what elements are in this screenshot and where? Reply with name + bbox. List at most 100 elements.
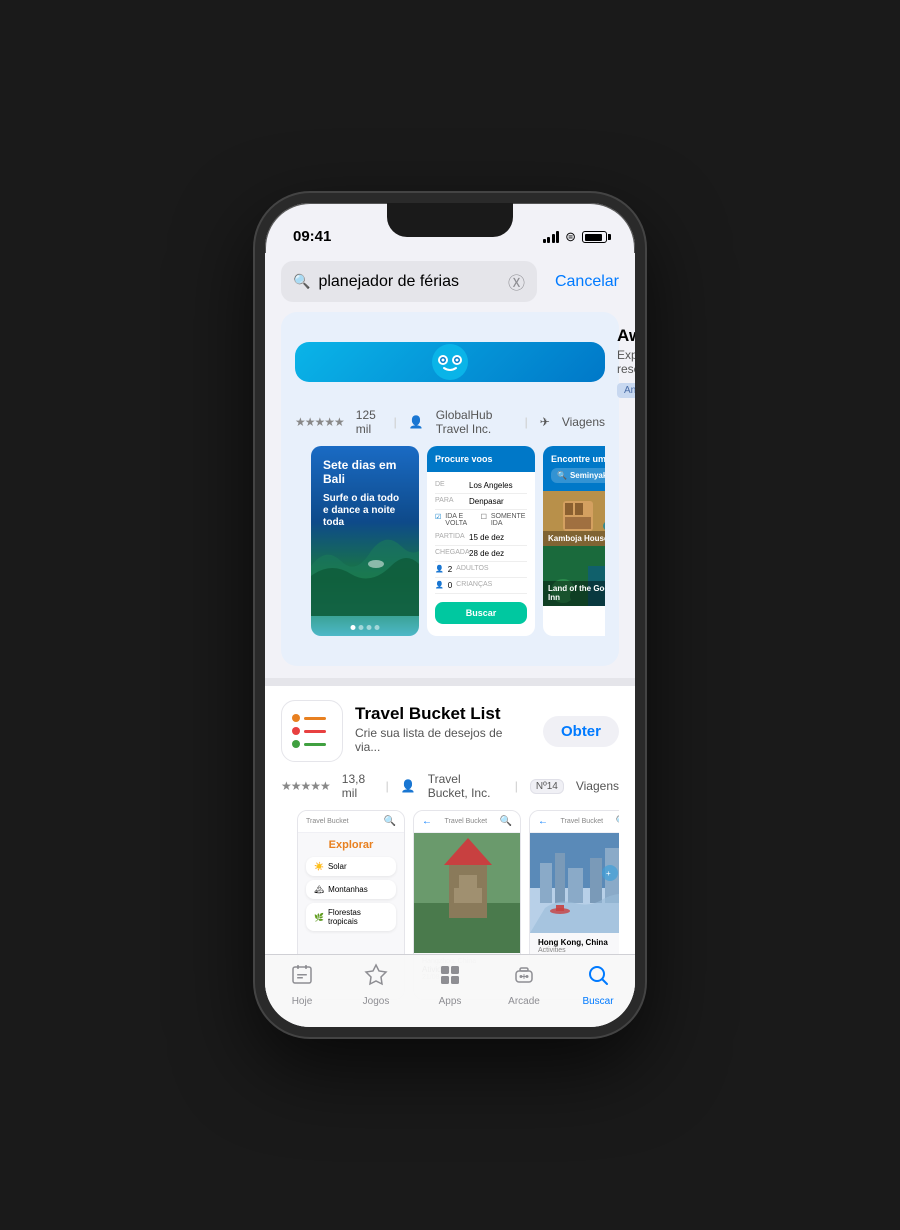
ss4-app-title: Travel Bucket <box>306 818 349 825</box>
awayfinder-info: AwayFinder Explore, planeje e reserve vi… <box>617 326 635 398</box>
ss3-hotel2-name: Land of the Gods Inn <box>543 581 605 606</box>
awayfinder-rating-count: 125 mil <box>356 408 382 436</box>
svg-text:+: + <box>606 869 611 878</box>
ss4-option-solar: ☀️ Solar <box>306 857 396 876</box>
ss2-body: DE Los Angeles PARA Denpasar ☑ IDA E VOL… <box>427 472 535 630</box>
ss3-hotel1-name: Kamboja House <box>543 531 605 546</box>
ss2-arr-label: CHEGADA <box>435 549 465 558</box>
cancel-search-button[interactable]: Cancelar <box>545 273 619 291</box>
travelbucketlist-name: Travel Bucket List <box>355 704 531 724</box>
status-time: 09:41 <box>293 228 331 245</box>
arcade-icon <box>512 963 536 993</box>
awayfinder-name: AwayFinder <box>617 326 635 346</box>
awayfinder-icon[interactable] <box>295 342 605 382</box>
ss2-adults-label: ADULTOS <box>456 565 488 574</box>
awayfinder-stars: ★★★★★ <box>295 415 344 429</box>
section-divider <box>265 678 635 686</box>
plane-icon: ✈ <box>540 415 550 429</box>
ss4-option-mountains-text: Montanhas <box>328 885 368 894</box>
ss2-children-value: 0 <box>448 581 452 590</box>
search-clear-button[interactable]: Ⓧ <box>508 269 525 294</box>
ss3-search-field: 🔍 Seminyak <box>551 468 605 483</box>
ss2-search-button[interactable]: Buscar <box>435 602 527 624</box>
ss2-departure-field: PARTIDA 15 de dez <box>435 530 527 546</box>
ss2-check1: IDA E VOLTA <box>445 513 476 527</box>
ss2-arr-value: 28 de dez <box>469 549 504 558</box>
person-icon2: 👤 <box>401 779 416 793</box>
awayfinder-screenshots: Sete dias em Bali Surfe o dia todo e dan… <box>295 446 605 652</box>
notch <box>387 203 513 237</box>
ss3-hotel1-image: Kamboja House <box>543 491 605 546</box>
ss4-header: Travel Bucket 🔍 <box>298 811 404 833</box>
tab-hoje[interactable]: Hoje <box>272 963 332 1007</box>
ss1-pagination-dots <box>351 625 380 630</box>
ss1-wave-graphic <box>311 526 419 616</box>
ss5-title: Travel Bucket <box>432 818 500 825</box>
travelbucketlist-meta: ★★★★★ 13,8 mil | 👤 Travel Bucket, Inc. |… <box>281 772 619 810</box>
status-icons: ⊜ <box>543 229 607 245</box>
ss2-from-label: DE <box>435 481 465 490</box>
travelbucketlist-category: Viagens <box>576 779 619 793</box>
ss6-sublabel: Activities <box>538 947 619 954</box>
buscar-icon <box>586 963 610 993</box>
ss6-header: ← Travel Bucket 🔍 <box>530 811 619 833</box>
hoje-label: Hoje <box>292 996 313 1007</box>
tab-buscar[interactable]: Buscar <box>568 963 628 1007</box>
search-input-wrap[interactable]: 🔍 planejador de férias Ⓧ <box>281 261 537 302</box>
awayfinder-category: Viagens <box>562 415 605 429</box>
battery-icon <box>582 231 607 243</box>
apps-icon <box>438 963 462 993</box>
travelbucketlist-get-button[interactable]: Obter <box>543 716 619 747</box>
ss2-dep-value: 15 de dez <box>469 533 504 542</box>
travelbucketlist-desc: Crie sua lista de desejos de via... <box>355 726 531 754</box>
ss2-to-label: PARA <box>435 497 465 506</box>
search-bar: 🔍 planejador de férias Ⓧ Cancelar <box>265 253 635 312</box>
ss3-search-text: Seminyak <box>570 471 605 480</box>
ss4-explore-label: Explorar <box>306 839 396 851</box>
awayfinder-screenshot-3: Encontre um hotel 🔍 Seminyak <box>543 446 605 636</box>
ss2-children-label: CRIANÇAS <box>456 581 492 590</box>
awayfinder-screenshot-2: Procure voos DE Los Angeles PARA Denpasa… <box>427 446 535 636</box>
apps-label: Apps <box>439 996 462 1007</box>
ss2-children-field: 👤 0 CRIANÇAS <box>435 578 527 594</box>
awayfinder-publisher: GlobalHub Travel Inc. <box>436 408 513 436</box>
wifi-icon: ⊜ <box>565 229 576 245</box>
ss2-from-value: Los Angeles <box>469 481 513 490</box>
travelbucketlist-publisher: Travel Bucket, Inc. <box>428 772 503 800</box>
ss5-header: ← Travel Bucket 🔍 <box>414 811 520 833</box>
ad-badge: Anúncio <box>617 383 635 398</box>
tab-apps[interactable]: Apps <box>420 963 480 1007</box>
ss2-check2: SOMENTE IDA <box>491 513 527 527</box>
ss2-dep-label: PARTIDA <box>435 533 465 542</box>
ss2-arrival-field: CHEGADA 28 de dez <box>435 546 527 562</box>
travelbucketlist-info: Travel Bucket List Crie sua lista de des… <box>355 704 531 758</box>
rank-badge: Nº14 <box>530 779 564 794</box>
tab-jogos[interactable]: Jogos <box>346 963 406 1007</box>
ss2-adults-value: 2 <box>448 565 452 574</box>
arcade-label: Arcade <box>508 996 540 1007</box>
jogos-icon <box>364 963 388 993</box>
ss3-hotel2-image: Land of the Gods Inn <box>543 546 605 606</box>
awayfinder-desc: Explore, planeje e reserve via... <box>617 348 635 376</box>
ss6-image: + <box>530 833 619 933</box>
tab-arcade[interactable]: Arcade <box>494 963 554 1007</box>
ss6-location: Hong Kong, China <box>538 938 619 947</box>
ss3-header-text: Encontre um hotel <box>551 454 605 464</box>
jogos-label: Jogos <box>363 996 390 1007</box>
ss2-to-field: PARA Denpasar <box>435 494 527 510</box>
tab-bar: Hoje Jogos <box>265 954 635 1027</box>
ss5-image <box>414 833 520 953</box>
ss4-option-solar-text: Solar <box>328 862 347 871</box>
travelbucketlist-icon[interactable] <box>281 700 343 762</box>
search-icon: 🔍 <box>293 273 310 290</box>
ss4-option-mountains: 🏔 Montanhas <box>306 880 396 899</box>
travelbucketlist-stars: ★★★★★ <box>281 779 330 793</box>
ss2-header-text: Procure voos <box>435 454 493 464</box>
ss6-title: Travel Bucket <box>548 818 616 825</box>
buscar-label: Buscar <box>582 996 613 1007</box>
signal-icon <box>543 231 560 243</box>
ss1-title: Sete dias em Bali <box>323 458 407 487</box>
awayfinder-ad-card: AwayFinder Explore, planeje e reserve vi… <box>281 312 619 666</box>
ss4-body: Explorar ☀️ Solar 🏔 Montanhas 🌿 Floresta… <box>298 833 404 941</box>
awayfinder-header: AwayFinder Explore, planeje e reserve vi… <box>295 326 605 398</box>
